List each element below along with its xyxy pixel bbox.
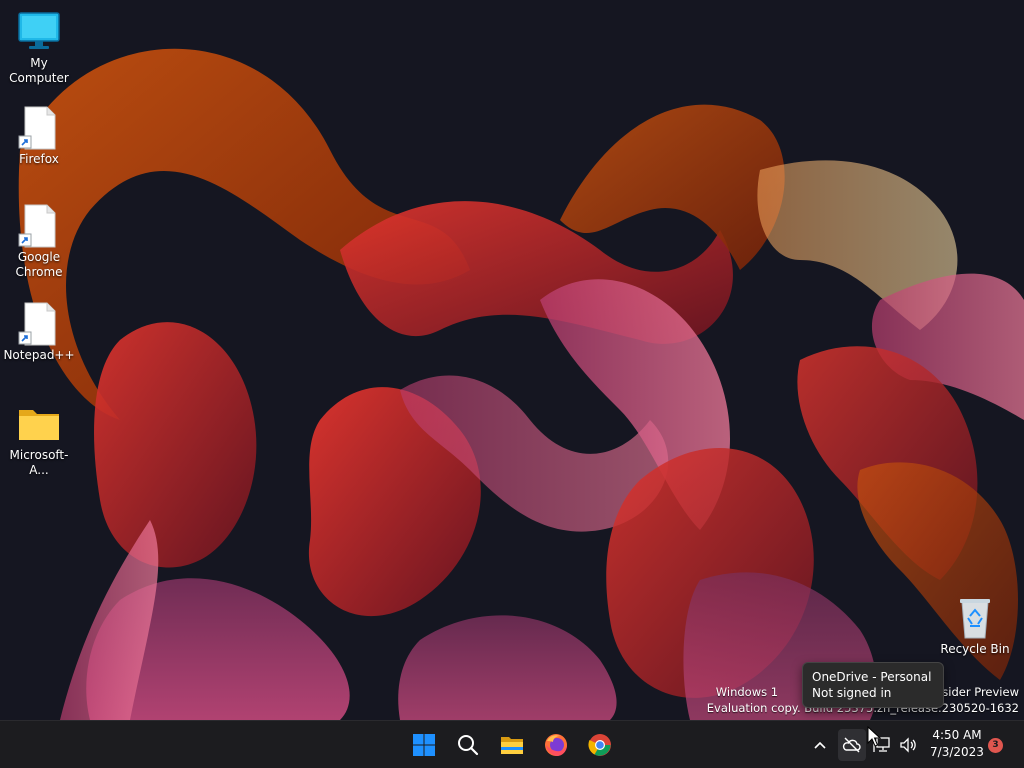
- desktop-icon-label: Microsoft-A...: [9, 448, 69, 477]
- volume-button[interactable]: [894, 729, 922, 761]
- monitor-icon: [15, 10, 63, 54]
- tooltip-status: Not signed in: [812, 686, 892, 700]
- file-shortcut-icon: [15, 204, 63, 248]
- search-icon: [458, 735, 479, 756]
- chrome-button[interactable]: [580, 725, 620, 765]
- file-shortcut-icon: [15, 106, 63, 150]
- chevron-up-icon: [814, 741, 826, 749]
- mouse-cursor-icon: [867, 726, 881, 747]
- firefox-button[interactable]: [536, 725, 576, 765]
- desktop-icon-label: My Computer: [9, 56, 69, 85]
- desktop-icon-my-computer[interactable]: My Computer: [0, 10, 78, 86]
- clock-button[interactable]: 4:50 AM 7/3/2023: [924, 727, 990, 763]
- clock-time: 4:50 AM: [932, 728, 982, 742]
- start-button[interactable]: [404, 725, 444, 765]
- tooltip-title: OneDrive - Personal: [812, 670, 932, 684]
- show-hidden-icons-button[interactable]: [806, 729, 834, 761]
- desktop-icon-label: Recycle Bin: [940, 642, 1010, 656]
- windows-start-icon: [413, 734, 435, 756]
- file-shortcut-icon: [15, 302, 63, 346]
- desktop-icon-firefox[interactable]: Firefox: [0, 106, 78, 167]
- desktop-icon-label: Notepad++: [3, 348, 75, 362]
- folder-icon: [15, 402, 63, 446]
- notification-badge[interactable]: 3: [988, 738, 1003, 753]
- desktop-icon-recycle-bin[interactable]: Recycle Bin: [936, 596, 1014, 657]
- desktop-icon-label: Google Chrome: [15, 250, 63, 279]
- volume-icon: [900, 737, 916, 753]
- onedrive-tray-button[interactable]: [838, 729, 866, 761]
- wallpaper: [0, 0, 1024, 720]
- file-explorer-icon: [501, 737, 523, 754]
- desktop-icon-google-chrome[interactable]: Google Chrome: [0, 204, 78, 280]
- onedrive-offline-icon: [842, 737, 861, 753]
- chrome-icon: [588, 734, 611, 756]
- recycle-bin-icon: [951, 596, 999, 640]
- onedrive-tooltip: OneDrive - Personal Not signed in: [802, 662, 944, 708]
- clock-date: 7/3/2023: [930, 745, 984, 759]
- desktop-screen: My Computer Firefox Google Chrome Notepa…: [0, 0, 1024, 768]
- search-button[interactable]: [448, 725, 488, 765]
- desktop-icon-microsoft-folder[interactable]: Microsoft-A...: [0, 402, 78, 478]
- desktop-icon-label: Firefox: [19, 152, 59, 166]
- file-explorer-button[interactable]: [492, 725, 532, 765]
- desktop-icon-notepad-plus-plus[interactable]: Notepad++: [0, 302, 78, 363]
- firefox-icon: [545, 734, 567, 756]
